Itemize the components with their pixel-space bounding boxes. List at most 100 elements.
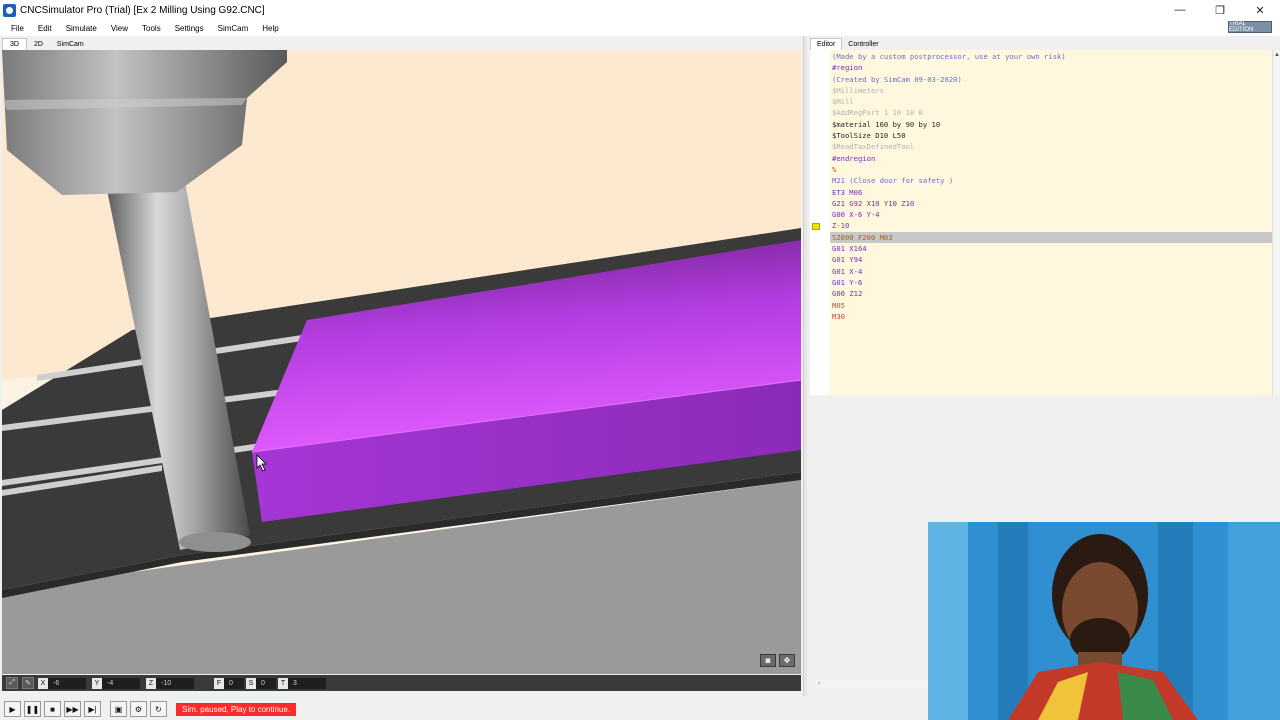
code-line[interactable]: $Millimeters [830, 85, 1272, 96]
code-line[interactable]: $AddRegPart 1 10 10 0 [830, 107, 1272, 118]
code-line[interactable]: G21 G92 X10 Y10 Z10 [830, 198, 1272, 209]
coord-f-label: F [214, 677, 224, 689]
pause-icon: ❚❚ [25, 704, 40, 714]
menu-help[interactable]: Help [255, 24, 285, 33]
3d-scene [2, 50, 801, 674]
zoom-fit-icon[interactable]: ⤢ [6, 677, 18, 689]
menu-file[interactable]: File [4, 24, 31, 33]
editor-vertical-scrollbar[interactable]: ▲ [1272, 50, 1280, 395]
coord-x: X -6 [38, 677, 86, 689]
code-line[interactable]: G01 Y-6 [830, 277, 1272, 288]
panel-splitter[interactable] [803, 36, 807, 696]
play-button[interactable]: ▶ [4, 701, 21, 717]
code-line[interactable]: M05 [830, 300, 1272, 311]
tab-simcam[interactable]: SimCam [50, 38, 91, 50]
window-title: CNCSimulator Pro (Trial) [Ex 2 Milling U… [20, 4, 265, 16]
trial-badge: TRIAL EDITION [1228, 21, 1272, 33]
code-line[interactable]: ET3 M06 [830, 187, 1272, 198]
camera-icon[interactable]: ◙ [760, 654, 776, 667]
coord-x-value: -6 [48, 677, 86, 689]
editor-tabs: Editor Controller [808, 36, 1280, 50]
webcam-overlay [928, 522, 1280, 720]
coord-y: Y -4 [92, 677, 140, 689]
single-block-button[interactable]: ▣ [110, 701, 127, 717]
menu-simulate[interactable]: Simulate [59, 24, 104, 33]
coord-y-value: -4 [102, 677, 140, 689]
single-block-icon: ▣ [114, 704, 123, 714]
minimize-button[interactable]: — [1160, 0, 1200, 20]
status-message: Sim. paused, Play to continue. [176, 702, 297, 716]
coord-t: T 3 [278, 677, 326, 689]
code-line[interactable]: #endregion [830, 153, 1272, 164]
menu-settings[interactable]: Settings [168, 24, 211, 33]
pencil-icon[interactable]: ✎ [22, 677, 34, 689]
menu-simcam[interactable]: SimCam [211, 24, 256, 33]
viewport-toolbar: ◙ ✥ [760, 654, 795, 667]
code-line[interactable]: G01 X-4 [830, 266, 1272, 277]
settings-button[interactable]: ⚙ [130, 701, 147, 717]
view-tabs: 3D 2D SimCam [0, 36, 805, 50]
scroll-up-icon[interactable]: ▲ [1273, 50, 1280, 60]
code-line[interactable]: % [830, 164, 1272, 175]
title-bar: CNCSimulator Pro (Trial) [Ex 2 Milling U… [0, 0, 1280, 20]
code-line[interactable]: Z-10 [830, 220, 1272, 231]
stop-button[interactable]: ■ [44, 701, 61, 717]
coord-z-value: -10 [156, 677, 194, 689]
code-line[interactable]: $ReadTaxDefinedTool [830, 141, 1272, 152]
pan-icon[interactable]: ✥ [779, 654, 795, 667]
coord-t-value: 3 [288, 677, 326, 689]
code-line[interactable]: $material 160 by 90 by 10 [830, 119, 1272, 130]
coord-s-label: S [246, 677, 256, 689]
editor-gutter [810, 50, 830, 395]
code-line[interactable]: $ToolSize D10 L50 [830, 130, 1272, 141]
reset-button[interactable]: ↻ [150, 701, 167, 717]
close-button[interactable]: ✕ [1240, 0, 1280, 20]
coord-f: F 0 [214, 677, 244, 689]
coord-z: Z -10 [146, 677, 194, 689]
code-area[interactable]: (Made by a custom postprocessor, use at … [830, 50, 1272, 395]
tab-2d[interactable]: 2D [27, 38, 50, 50]
step-icon: ▶| [88, 704, 97, 714]
play-icon: ▶ [9, 704, 16, 714]
coord-t-label: T [278, 677, 288, 689]
tab-editor[interactable]: Editor [810, 38, 843, 50]
reset-icon: ↻ [155, 704, 162, 714]
fast-forward-icon: ▶▶ [66, 704, 79, 714]
code-line[interactable]: M30 [830, 311, 1272, 322]
stop-icon: ■ [50, 704, 55, 714]
tool-tip [179, 532, 251, 552]
window-controls: — ❐ ✕ [1160, 0, 1280, 20]
code-line[interactable]: $Mill [830, 96, 1272, 107]
code-line[interactable]: M21 (Close door for safety ) [830, 175, 1272, 186]
coord-x-label: X [38, 677, 48, 689]
restore-button[interactable]: ❐ [1200, 0, 1240, 20]
menu-edit[interactable]: Edit [31, 24, 59, 33]
code-line[interactable]: G00 Z12 [830, 288, 1272, 299]
tab-3d[interactable]: 3D [2, 38, 27, 50]
code-line[interactable]: G01 X164 [830, 243, 1272, 254]
menu-tools[interactable]: Tools [135, 24, 168, 33]
fast-forward-button[interactable]: ▶▶ [64, 701, 81, 717]
presenter-video [928, 522, 1280, 720]
code-line[interactable]: (Created by SimCam 09-03-2020) [830, 74, 1272, 85]
menu-view[interactable]: View [104, 24, 135, 33]
gear-icon: ⚙ [134, 704, 143, 714]
current-line-marker-icon [812, 222, 820, 230]
coordinate-bar: ⤢ ✎ X -6 Y -4 Z -10 F 0 S 0 T 3 [2, 675, 801, 691]
step-button[interactable]: ▶| [84, 701, 101, 717]
coord-y-label: Y [92, 677, 102, 689]
tab-controller[interactable]: Controller [842, 38, 884, 50]
coord-z-label: Z [146, 677, 156, 689]
coord-s-value: 0 [256, 677, 276, 689]
code-line[interactable]: G01 Y94 [830, 254, 1272, 265]
pause-button[interactable]: ❚❚ [24, 701, 41, 717]
code-line[interactable]: #region [830, 62, 1272, 73]
menu-bar: File Edit Simulate View Tools Settings S… [0, 20, 1280, 36]
3d-viewport[interactable]: ◙ ✥ [2, 50, 801, 674]
code-line[interactable]: (Made by a custom postprocessor, use at … [830, 51, 1272, 62]
code-line[interactable]: G00 X-6 Y-4 [830, 209, 1272, 220]
coord-f-value: 0 [224, 677, 244, 689]
coord-s: S 0 [246, 677, 276, 689]
code-line[interactable]: S2000 F200 M03 [830, 231, 1272, 244]
app-icon [3, 3, 16, 17]
